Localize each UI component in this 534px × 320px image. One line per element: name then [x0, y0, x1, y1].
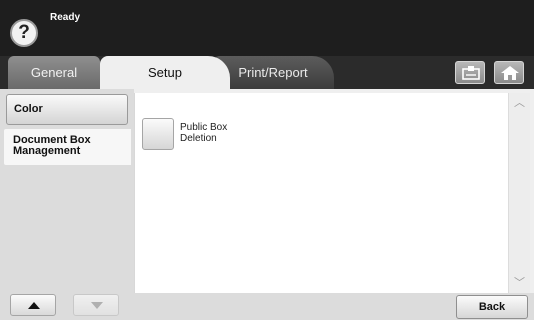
nav-up-button[interactable] [10, 294, 56, 316]
back-button[interactable]: Back [456, 295, 528, 319]
home-icon [501, 66, 519, 80]
tab-print-report[interactable]: Print/Report [212, 56, 334, 89]
nav-item-label: Document Box Management [13, 134, 91, 157]
help-button[interactable]: ? [10, 19, 38, 47]
scroll-down-icon[interactable]: ﹀ [509, 273, 530, 293]
scrollbar[interactable]: ︿ ﹀ [508, 93, 530, 293]
left-nav: Color Document Box Management [0, 89, 134, 320]
machine-status-text: Ready [50, 12, 81, 23]
public-box-deletion-button[interactable] [142, 118, 174, 150]
counter-button[interactable] [455, 61, 485, 84]
arrow-up-icon [28, 302, 40, 309]
tab-bar: General Print/Report Setup [0, 56, 534, 89]
content-area: Color Document Box Management Public Box… [0, 89, 534, 320]
nav-item-document-box-management[interactable]: Document Box Management [4, 129, 131, 165]
counter-icon [462, 66, 480, 80]
tab-setup[interactable]: Setup [100, 56, 230, 89]
scroll-up-icon[interactable]: ︿ [509, 93, 530, 113]
home-button[interactable] [494, 61, 524, 84]
public-box-deletion-label: Public Box Deletion [180, 122, 228, 144]
options-panel: Public Box Deletion [134, 93, 508, 293]
nav-item-color[interactable]: Color [6, 94, 128, 125]
nav-down-button[interactable] [73, 294, 119, 316]
bottom-bar: Back [134, 293, 534, 320]
question-mark-icon: ? [18, 22, 30, 43]
tab-general[interactable]: General [8, 56, 100, 89]
status-bar: ? Ready [0, 0, 534, 56]
arrow-down-icon [91, 302, 103, 309]
